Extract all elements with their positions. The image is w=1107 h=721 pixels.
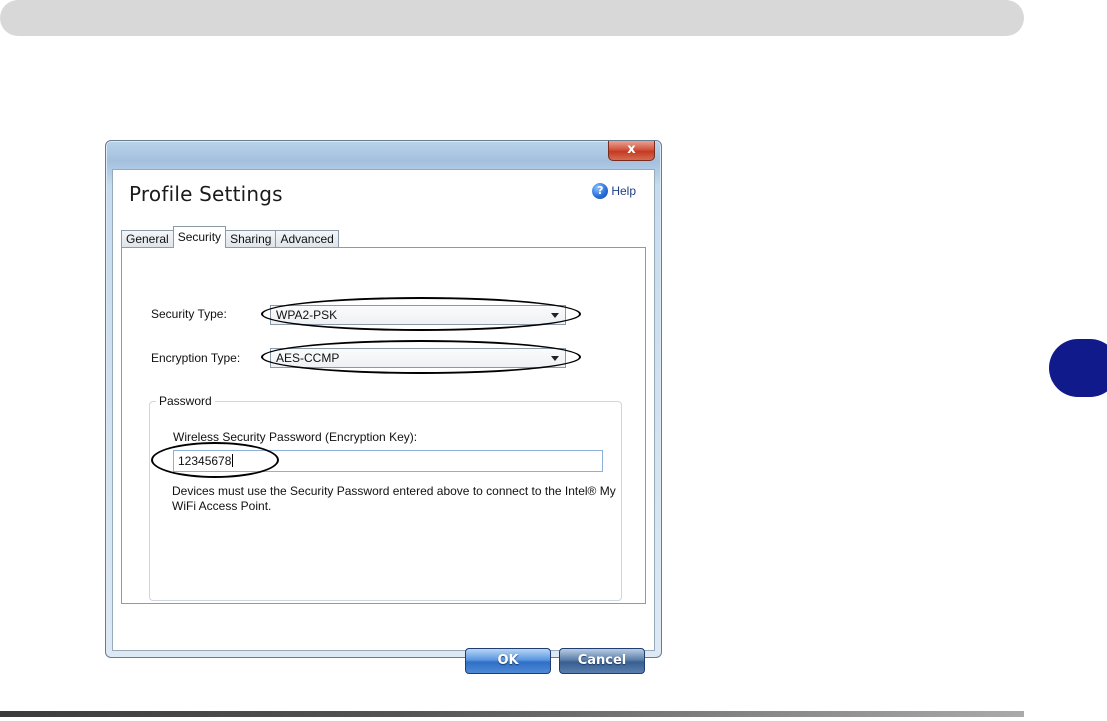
tab-sharing[interactable]: Sharing	[225, 230, 277, 248]
tab-strip: General Security Sharing Advanced	[121, 226, 339, 248]
security-type-value: WPA2-PSK	[276, 308, 338, 322]
tab-advanced[interactable]: Advanced	[275, 230, 339, 248]
password-value: 12345678	[178, 454, 232, 468]
tab-security[interactable]: Security	[172, 226, 227, 248]
text-caret	[232, 454, 234, 467]
password-description: Devices must use the Security Password e…	[172, 484, 616, 513]
encryption-type-label: Encryption Type:	[151, 351, 241, 365]
encryption-type-value: AES-CCMP	[276, 351, 340, 365]
password-group: Password Wireless Security Password (Enc…	[149, 394, 622, 601]
chevron-down-icon	[551, 356, 559, 361]
password-input[interactable]: 12345678	[173, 450, 603, 472]
chapter-tab-marker	[1049, 339, 1107, 397]
dialog-client-area: Profile Settings ? Help General Security…	[112, 169, 655, 674]
help-label: Help	[611, 184, 636, 198]
security-type-dropdown[interactable]: WPA2-PSK	[270, 305, 566, 325]
help-link[interactable]: ? Help	[592, 182, 636, 200]
chevron-down-icon	[551, 313, 559, 318]
cancel-button[interactable]: Cancel	[559, 648, 645, 674]
password-field-label: Wireless Security Password (Encryption K…	[173, 430, 418, 444]
password-group-label: Password	[156, 394, 215, 408]
help-icon: ?	[592, 183, 609, 199]
ok-button[interactable]: OK	[465, 648, 551, 674]
security-type-label: Security Type:	[151, 307, 227, 321]
close-button[interactable]: x	[608, 141, 655, 161]
tab-general[interactable]: General	[121, 230, 174, 248]
security-tab-panel: Security Type: WPA2-PSK Encryption Type:…	[121, 247, 646, 604]
footer-rule	[0, 711, 1024, 717]
dialog-title: Profile Settings	[129, 182, 283, 206]
encryption-type-dropdown[interactable]: AES-CCMP	[270, 348, 566, 368]
page-header-bar	[0, 0, 1024, 36]
profile-settings-dialog: x Profile Settings ? Help General Securi…	[105, 140, 662, 674]
